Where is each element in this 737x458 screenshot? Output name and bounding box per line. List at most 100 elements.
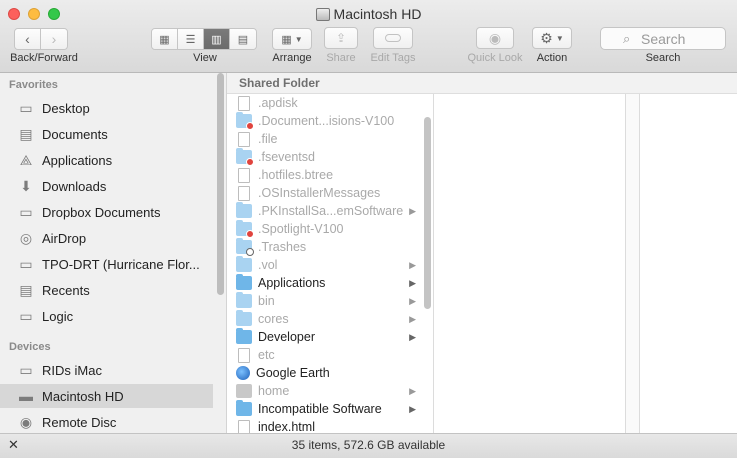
server-icon xyxy=(236,384,252,398)
folder-icon xyxy=(236,292,252,308)
list-item[interactable]: etc xyxy=(227,346,420,364)
search-label: Search xyxy=(645,52,681,64)
item-name: bin xyxy=(258,294,275,308)
sidebar-item-logic[interactable]: ▭ Logic xyxy=(0,304,213,328)
share-icon: ⇪ xyxy=(335,31,347,45)
item-name: .PKInstallSa...emSoftware xyxy=(258,204,404,218)
item-name: Applications xyxy=(258,276,326,290)
list-item[interactable]: Incompatible Software ▶ xyxy=(227,400,420,418)
column-view-icon: ▥ xyxy=(211,33,222,46)
item-name: .fseventsd xyxy=(258,150,315,164)
item-name: .Document...isions-V100 xyxy=(258,114,395,128)
item-name: .hotfiles.btree xyxy=(258,168,334,182)
sidebar-item-label: Documents xyxy=(42,126,108,142)
quick-look-button[interactable]: ◉ xyxy=(476,27,514,49)
sidebar-item-label: Remote Disc xyxy=(42,414,117,430)
sidebar-item-dropbox-documents[interactable]: ▭ Dropbox Documents xyxy=(0,200,213,224)
list-item[interactable]: .Document...isions-V100 xyxy=(227,112,420,130)
list-item[interactable]: .apdisk xyxy=(227,94,420,112)
search-field[interactable]: ⌕ Search xyxy=(600,27,726,50)
column-1: .apdisk .Document...isions-V100 .file .f… xyxy=(227,94,434,433)
disclosure-arrow-icon: ▶ xyxy=(409,313,416,324)
gallery-view-button[interactable]: ▤ xyxy=(230,29,256,49)
arrange-icon: ▦ xyxy=(281,33,292,46)
document-icon xyxy=(238,131,250,147)
item-name: cores xyxy=(258,312,289,326)
airdrop-icon: ◎ xyxy=(19,229,33,246)
list-item[interactable]: .vol ▶ xyxy=(227,256,420,274)
finder-window: Macintosh HD ‹ › Back/Forward ▦ ☰ ▥ ▤ Vi… xyxy=(0,0,737,458)
sidebar-toggle-icon[interactable]: ✕ xyxy=(8,434,19,456)
sidebar-item-label: Dropbox Documents xyxy=(42,204,161,220)
list-item[interactable]: home ▶ xyxy=(227,382,420,400)
sidebar-item-tpo-drt[interactable]: ▭ TPO-DRT (Hurricane Flor... xyxy=(0,252,213,276)
list-item[interactable]: .PKInstallSa...emSoftware ▶ xyxy=(227,202,420,220)
column-header: Shared Folder xyxy=(227,73,737,94)
arrange-button[interactable]: ▦ ▼ xyxy=(272,28,312,50)
list-item[interactable]: .Spotlight-V100 xyxy=(227,220,420,238)
disc-icon: ◉ xyxy=(19,413,33,430)
item-name: home xyxy=(258,384,290,398)
sidebar-item-label: Desktop xyxy=(42,100,90,116)
list-view-button[interactable]: ☰ xyxy=(178,29,204,49)
disclosure-arrow-icon: ▶ xyxy=(409,205,416,216)
icon-view-icon: ▦ xyxy=(159,33,170,46)
edit-tags-button[interactable] xyxy=(373,27,413,49)
sidebar-item-applications[interactable]: ⟁ Applications xyxy=(0,148,213,172)
sidebar: Favorites ▭ Desktop ▤ Documents ⟁ Applicati… xyxy=(0,73,226,433)
restricted-folder-icon xyxy=(236,148,254,166)
toolbar: Macintosh HD ‹ › Back/Forward ▦ ☰ ▥ ▤ Vi… xyxy=(0,0,737,73)
sidebar-item-airdrop[interactable]: ◎ AirDrop xyxy=(0,226,213,250)
forward-button[interactable]: › xyxy=(41,29,67,49)
sidebar-scrollbar[interactable] xyxy=(217,73,224,295)
back-button[interactable]: ‹ xyxy=(15,29,41,49)
list-item[interactable]: .fseventsd xyxy=(227,148,420,166)
item-name: .Spotlight-V100 xyxy=(258,222,344,236)
document-icon xyxy=(238,185,250,201)
sidebar-item-macintosh-hd[interactable]: ▬ Macintosh HD xyxy=(0,384,213,408)
developer-folder-icon xyxy=(236,328,252,344)
sidebar-item-rids-imac[interactable]: ▭ RIDs iMac xyxy=(0,358,213,382)
sidebar-item-label: RIDs iMac xyxy=(42,362,102,378)
sidebar-item-label: Downloads xyxy=(42,178,107,194)
column-scrollbar[interactable] xyxy=(424,117,431,309)
list-item[interactable]: .Trashes xyxy=(227,238,420,256)
search-placeholder: Search xyxy=(641,30,686,47)
share-label: Share xyxy=(326,52,356,64)
share-button[interactable]: ⇪ xyxy=(324,27,358,49)
document-icon xyxy=(238,95,250,111)
sidebar-item-recents[interactable]: ▤ Recents xyxy=(0,278,213,302)
list-item[interactable]: Applications ▶ xyxy=(227,274,420,292)
action-label: Action xyxy=(536,52,568,64)
list-item[interactable]: Developer ▶ xyxy=(227,328,420,346)
item-name: .file xyxy=(258,132,278,146)
applications-folder-icon xyxy=(236,274,252,290)
window-title-text: Macintosh HD xyxy=(333,6,422,22)
sidebar-item-documents[interactable]: ▤ Documents xyxy=(0,122,213,146)
item-name: .apdisk xyxy=(258,96,298,110)
folder-icon xyxy=(236,202,252,218)
column-view-button[interactable]: ▥ xyxy=(204,29,230,49)
list-item[interactable]: Google Earth xyxy=(227,364,420,382)
list-item[interactable]: cores ▶ xyxy=(227,310,420,328)
item-name: etc xyxy=(258,348,275,362)
list-item[interactable]: .OSInstallerMessages xyxy=(227,184,420,202)
restricted-folder-icon xyxy=(236,220,254,238)
sidebar-item-remote-disc[interactable]: ◉ Remote Disc xyxy=(0,410,213,433)
window-title: Macintosh HD xyxy=(0,6,737,22)
list-item[interactable]: index.html xyxy=(227,418,420,433)
action-button[interactable]: ⚙ ▼ xyxy=(532,27,572,49)
html-file-icon xyxy=(238,419,250,433)
icon-view-button[interactable]: ▦ xyxy=(152,29,178,49)
list-item[interactable]: bin ▶ xyxy=(227,292,420,310)
sidebar-item-desktop[interactable]: ▭ Desktop xyxy=(0,96,213,120)
list-item[interactable]: .hotfiles.btree xyxy=(227,166,420,184)
documents-icon: ▤ xyxy=(19,125,33,142)
item-name: Incompatible Software xyxy=(258,402,382,416)
folder-icon: ▭ xyxy=(19,203,33,220)
arrange-label: Arrange xyxy=(272,52,312,64)
sidebar-item-downloads[interactable]: ⬇ Downloads xyxy=(0,174,213,198)
downloads-icon: ⬇ xyxy=(20,177,32,194)
list-item[interactable]: .file xyxy=(227,130,420,148)
view-label: View xyxy=(193,52,217,64)
